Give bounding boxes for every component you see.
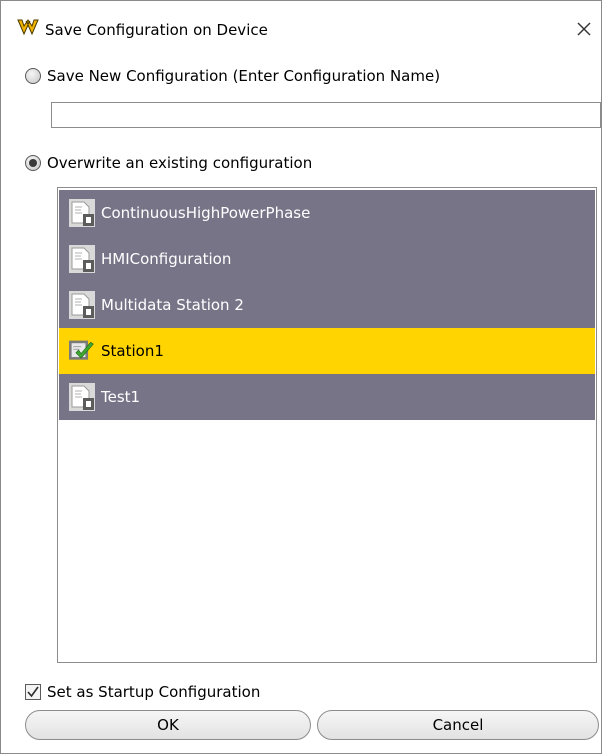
ok-button[interactable]: OK [25,710,311,740]
list-item-label: HMIConfiguration [101,250,232,268]
configuration-name-input[interactable] [51,102,601,128]
active-config-check-icon [69,340,94,360]
save-new-radio[interactable] [25,68,41,84]
list-item[interactable]: HMIConfiguration [59,236,595,282]
list-item-label: ContinuousHighPowerPhase [101,204,311,222]
startup-option[interactable]: Set as Startup Configuration [25,681,260,703]
startup-checkbox[interactable] [25,684,41,700]
list-item[interactable]: Multidata Station 2 [59,282,595,328]
check-icon [27,686,39,698]
list-item-label: Station1 [101,342,164,360]
save-configuration-dialog: Save Configuration on Device Save New Co… [0,0,602,754]
title-bar: Save Configuration on Device [1,1,601,45]
configuration-list[interactable]: ContinuousHighPowerPhase HMIConfiguratio… [57,187,597,663]
save-new-option[interactable]: Save New Configuration (Enter Configurat… [25,65,440,87]
overwrite-option[interactable]: Overwrite an existing configuration [25,152,312,174]
document-icon [69,245,95,273]
list-item-label: Multidata Station 2 [101,296,244,314]
document-icon [69,199,95,227]
vendor-logo-icon [17,19,39,35]
save-new-label: Save New Configuration (Enter Configurat… [47,67,441,85]
startup-label: Set as Startup Configuration [47,683,261,701]
cancel-button[interactable]: Cancel [317,710,599,740]
overwrite-label: Overwrite an existing configuration [47,154,313,172]
dialog-title: Save Configuration on Device [45,21,268,39]
list-item[interactable]: ContinuousHighPowerPhase [59,190,595,236]
overwrite-radio[interactable] [25,155,41,171]
list-item[interactable]: Test1 [59,374,595,420]
list-item-selected[interactable]: Station1 [59,328,595,374]
document-icon [69,291,95,319]
document-icon [69,383,95,411]
list-item-label: Test1 [101,388,141,406]
close-icon[interactable] [575,20,593,38]
